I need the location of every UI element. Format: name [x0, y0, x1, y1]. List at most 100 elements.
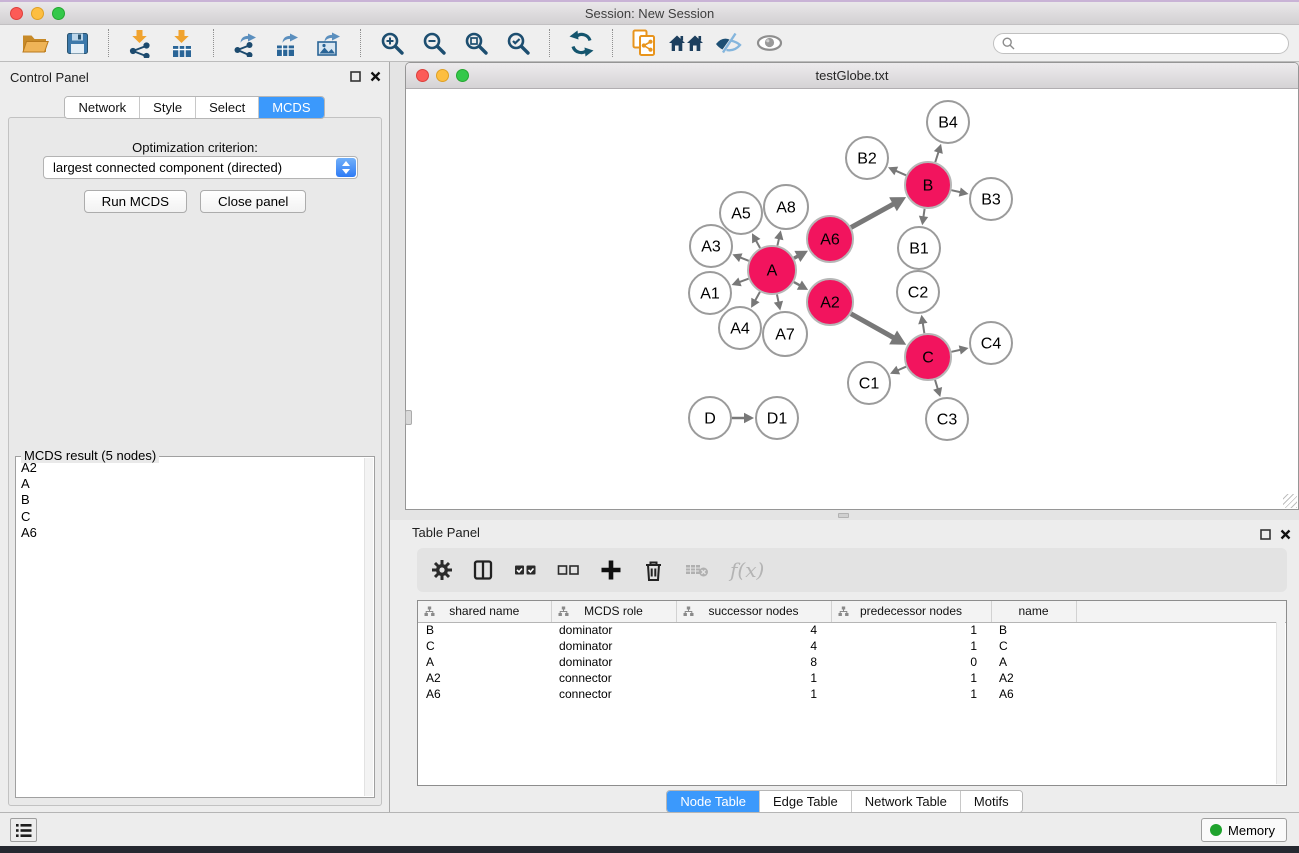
unselect-all-icon[interactable]	[557, 559, 580, 581]
table-row[interactable]: A6connector11A6	[418, 686, 1286, 702]
show-all-button[interactable]	[749, 27, 791, 59]
close-panel-button[interactable]: Close panel	[200, 190, 306, 213]
float-table-panel-icon[interactable]	[1260, 529, 1271, 540]
table-cell[interactable]: dominator	[551, 638, 676, 654]
table-cell[interactable]: 0	[831, 654, 991, 670]
table-cell[interactable]: 1	[676, 670, 831, 686]
column-header-predecessor-nodes[interactable]: predecessor nodes	[831, 601, 991, 622]
graph-edge-A-A7[interactable]	[777, 294, 779, 302]
graph-edge-A2-C[interactable]	[851, 314, 894, 338]
graph-edge-A-A5[interactable]	[756, 240, 760, 248]
graph-edge-B-B1[interactable]	[923, 209, 924, 218]
network-canvas[interactable]: AA1A2A3A4A5A6A7A8BB1B2B3B4CC1C2C3C4DD1	[406, 89, 1298, 509]
graph-edge-C-C3[interactable]	[935, 380, 938, 389]
column-header-shared-name[interactable]: shared name	[418, 601, 551, 622]
import-table-button[interactable]	[161, 27, 203, 59]
tab-network-table[interactable]: Network Table	[851, 791, 960, 812]
close-table-panel-icon[interactable]	[1280, 529, 1291, 540]
canvas-side-handle[interactable]	[405, 410, 412, 425]
table-cell[interactable]: A	[418, 654, 551, 670]
zoom-selected-button[interactable]	[497, 27, 539, 59]
tab-select[interactable]: Select	[195, 97, 258, 118]
table-cell[interactable]: B	[418, 622, 551, 638]
mcds-result-item[interactable]: A	[21, 476, 362, 492]
search-input[interactable]	[1020, 36, 1280, 50]
tab-node-table[interactable]: Node Table	[667, 791, 759, 812]
show-columns-icon[interactable]	[473, 559, 494, 581]
table-cell[interactable]: 4	[676, 638, 831, 654]
graph-edge-B-B4[interactable]	[935, 152, 938, 163]
column-header-name[interactable]: name	[991, 601, 1076, 622]
table-cell[interactable]: connector	[551, 686, 676, 702]
resize-grip-icon[interactable]	[1283, 494, 1297, 508]
new-network-from-selection-button[interactable]	[623, 27, 665, 59]
table-cell[interactable]: 8	[676, 654, 831, 670]
table-cell[interactable]: 1	[831, 686, 991, 702]
graph-edge-A-A1[interactable]	[739, 279, 748, 283]
refresh-style-button[interactable]	[560, 27, 602, 59]
hide-selected-button[interactable]	[707, 27, 749, 59]
add-column-icon[interactable]	[600, 559, 622, 581]
table-cell[interactable]: A	[991, 654, 1076, 670]
table-cell[interactable]: 4	[676, 622, 831, 638]
mcds-result-item[interactable]: C	[21, 509, 362, 525]
graph-edge-A-A8[interactable]	[777, 238, 779, 245]
table-cell[interactable]: B	[991, 622, 1076, 638]
select-all-icon[interactable]	[514, 559, 537, 581]
zoom-fit-button[interactable]	[455, 27, 497, 59]
delete-column-trash-icon[interactable]	[642, 559, 665, 582]
table-cell[interactable]: A6	[991, 686, 1076, 702]
tab-style[interactable]: Style	[139, 97, 195, 118]
graph-edge-C-C2[interactable]	[923, 323, 925, 334]
dropdown-stepper-icon[interactable]	[336, 158, 356, 177]
table-cell[interactable]: A2	[991, 670, 1076, 686]
tab-motifs[interactable]: Motifs	[960, 791, 1022, 812]
mcds-result-item[interactable]: A6	[21, 525, 362, 541]
export-table-button[interactable]	[266, 27, 308, 59]
table-cell[interactable]: C	[418, 638, 551, 654]
graph-edge-A-A4[interactable]	[755, 292, 760, 301]
memory-button[interactable]: Memory	[1201, 818, 1287, 842]
graph-edge-A-A2[interactable]	[794, 282, 800, 285]
import-network-button[interactable]	[119, 27, 161, 59]
graph-edge-A-A3[interactable]	[740, 257, 749, 260]
zoom-in-button[interactable]	[371, 27, 413, 59]
search-field[interactable]	[993, 33, 1289, 54]
splitter-handle[interactable]	[838, 513, 849, 518]
tab-mcds[interactable]: MCDS	[258, 97, 323, 118]
table-row[interactable]: Bdominator41B	[418, 622, 1286, 638]
table-cell[interactable]: 1	[831, 622, 991, 638]
column-header-mcds-role[interactable]: MCDS role	[551, 601, 676, 622]
table-scrollbar[interactable]	[1276, 622, 1285, 784]
export-network-button[interactable]	[224, 27, 266, 59]
table-cell[interactable]: A2	[418, 670, 551, 686]
open-file-button[interactable]	[14, 27, 56, 59]
graph-edge-C-C4[interactable]	[951, 350, 960, 352]
result-scrollbar[interactable]	[364, 458, 373, 796]
graph-edge-A6-B[interactable]	[851, 204, 894, 228]
run-mcds-button[interactable]: Run MCDS	[84, 190, 187, 213]
table-cell[interactable]: dominator	[551, 622, 676, 638]
table-cell[interactable]: 1	[676, 686, 831, 702]
tab-network[interactable]: Network	[65, 97, 139, 118]
close-panel-icon[interactable]	[370, 71, 381, 82]
table-cell[interactable]: dominator	[551, 654, 676, 670]
save-session-button[interactable]	[56, 27, 98, 59]
float-panel-icon[interactable]	[350, 71, 361, 82]
table-cell[interactable]: connector	[551, 670, 676, 686]
first-neighbors-button[interactable]	[665, 27, 707, 59]
table-row[interactable]: Adominator80A	[418, 654, 1286, 670]
table-settings-gear-icon[interactable]	[431, 559, 453, 581]
column-header-successor-nodes[interactable]: successor nodes	[676, 601, 831, 622]
table-cell[interactable]: C	[991, 638, 1076, 654]
graph-edge-C-C1[interactable]	[897, 367, 906, 371]
tab-edge-table[interactable]: Edge Table	[759, 791, 851, 812]
zoom-out-button[interactable]	[413, 27, 455, 59]
criterion-dropdown[interactable]: largest connected component (directed)	[43, 156, 358, 179]
task-history-button[interactable]	[10, 818, 37, 842]
mcds-result-item[interactable]: A2	[21, 460, 362, 476]
export-image-button[interactable]	[308, 27, 350, 59]
graph-edge-B-B2[interactable]	[895, 171, 906, 176]
table-cell[interactable]: 1	[831, 638, 991, 654]
table-row[interactable]: Cdominator41C	[418, 638, 1286, 654]
